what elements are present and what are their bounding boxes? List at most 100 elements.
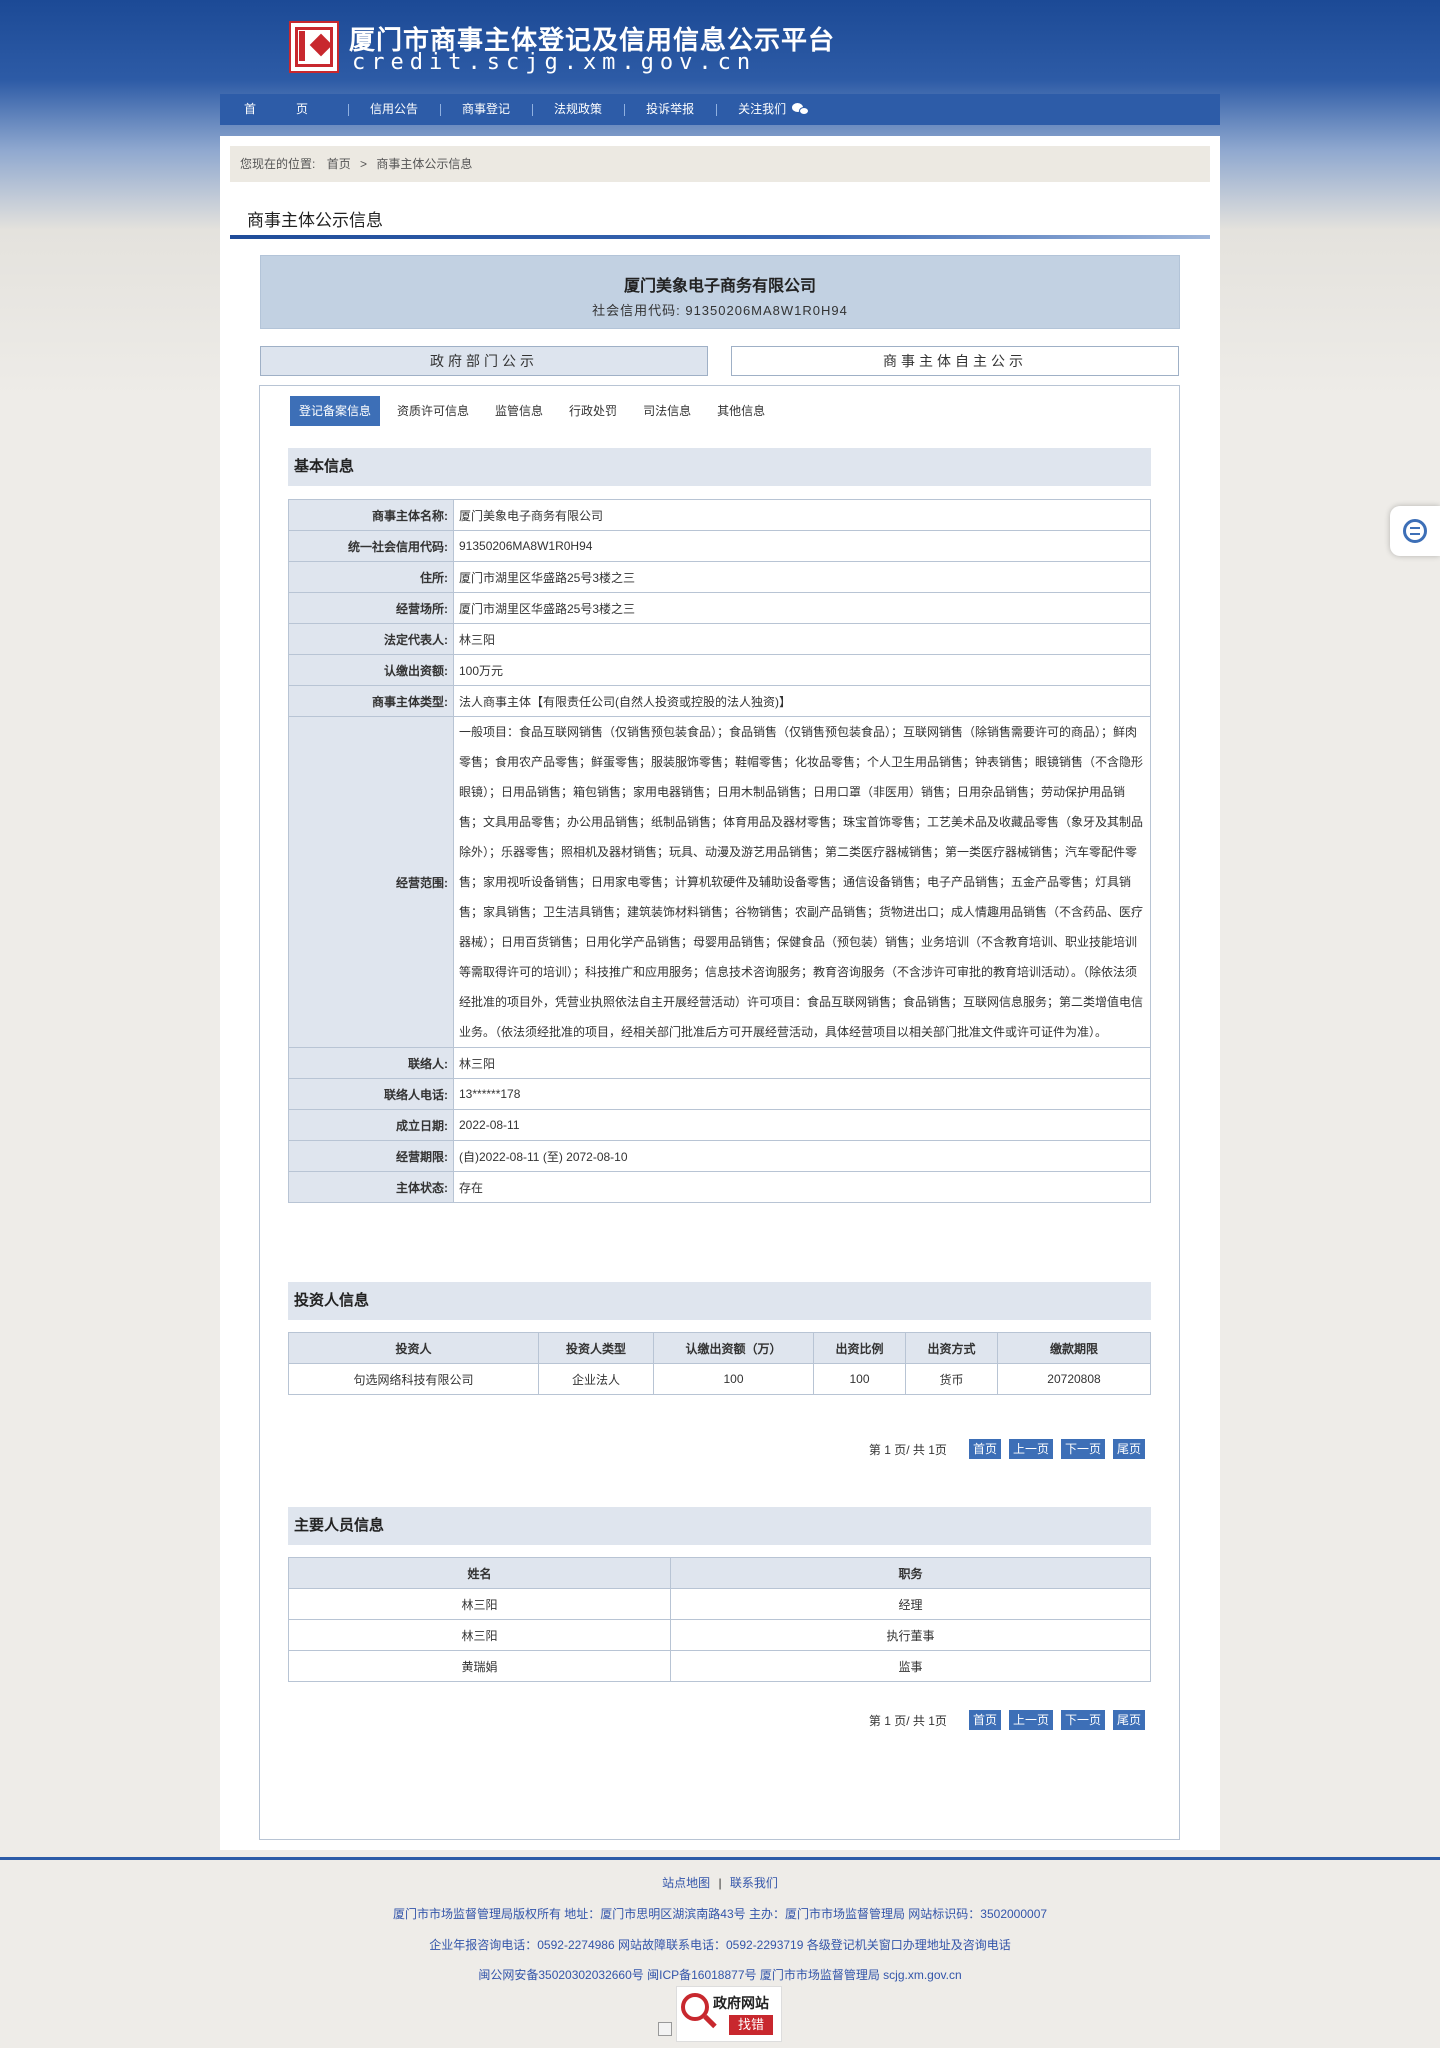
nav-item-registration[interactable]: 商事登记 [440, 94, 532, 125]
field-label: 商事主体类型: [288, 685, 454, 717]
footer-link-contact[interactable]: 联系我们 [730, 1876, 778, 1890]
field-label: 商事主体名称: [288, 499, 454, 531]
pager-prev-button[interactable]: 上一页 [1008, 1439, 1053, 1459]
pager-last-button[interactable]: 尾页 [1112, 1710, 1145, 1730]
site-footer: 站点地图 | 联系我们 厦门市市场监督管理局版权所有 地址：厦门市思明区湖滨南路… [0, 1860, 1440, 2048]
badge-title: 政府网站 [713, 1995, 769, 2011]
table-row: 联络人: 林三阳 [288, 1047, 1151, 1079]
personnel-pager: 第 1 页/ 共 1页 首页 上一页 下一页 尾页 [869, 1710, 1145, 1730]
person-role: 监事 [670, 1650, 1151, 1682]
investor-deadline: 20720808 [997, 1363, 1151, 1395]
tab-government-disclosure[interactable]: 政府部门公示 [260, 346, 708, 376]
field-value: 法人商事主体【有限责任公司(自然人投资或控股的法人独资)】 [453, 685, 1151, 717]
column-header: 缴款期限 [997, 1332, 1151, 1364]
site-domain: credit.scjg.xm.gov.cn [352, 50, 757, 75]
field-label: 认缴出资额: [288, 654, 454, 686]
footer-contact: 企业年报咨询电话：0592-2274986 网站故障联系电话：0592-2293… [429, 1938, 1011, 1952]
nav-item-regulations[interactable]: 法规政策 [532, 94, 624, 125]
field-value: 13******178 [453, 1078, 1151, 1110]
footer-copyright: 厦门市市场监督管理局版权所有 地址：厦门市思明区湖滨南路43号 主办：厦门市市场… [392, 1907, 1048, 1921]
table-row: 住所: 厦门市湖里区华盛路25号3楼之三 [288, 561, 1151, 593]
column-header: 投资人类型 [538, 1332, 654, 1364]
main-nav: 首页 信用公告 商事登记 法规政策 投诉举报 关注我们 [220, 94, 1220, 125]
company-credit-code: 社会信用代码: 91350206MA8W1R0H94 [592, 303, 848, 318]
field-value: 100万元 [453, 654, 1151, 686]
field-label: 住所: [288, 561, 454, 593]
column-header: 出资比例 [813, 1332, 906, 1364]
investor-name: 句选网络科技有限公司 [288, 1363, 539, 1395]
investor-type: 企业法人 [538, 1363, 654, 1395]
site-logo-icon[interactable] [289, 21, 339, 73]
breadcrumb-separator: > [360, 157, 368, 171]
subtab-other[interactable]: 其他信息 [708, 396, 774, 426]
field-value: 林三阳 [453, 1047, 1151, 1079]
investor-table: 投资人 投资人类型 认缴出资额（万） 出资比例 出资方式 缴款期限 句选网络科技… [288, 1332, 1151, 1395]
pager-summary: 第 1 页/ 共 1页 [868, 1442, 947, 1457]
field-value: (自)2022-08-11 (至) 2072-08-10 [453, 1140, 1151, 1172]
accessibility-float-button[interactable] [1390, 506, 1440, 556]
investor-method: 货币 [905, 1363, 998, 1395]
company-header: 厦门美象电子商务有限公司 社会信用代码: 91350206MA8W1R0H94 [260, 255, 1180, 329]
breadcrumb: 您现在的位置: 首页 > 商事主体公示信息 [230, 146, 1210, 182]
subtab-licenses[interactable]: 资质许可信息 [388, 396, 478, 426]
breadcrumb-label: 您现在的位置: [240, 157, 316, 171]
pager-first-button[interactable]: 首页 [968, 1710, 1001, 1730]
pager-next-button[interactable]: 下一页 [1060, 1710, 1105, 1730]
column-header: 出资方式 [905, 1332, 998, 1364]
table-row: 林三阳 执行董事 [288, 1619, 1151, 1651]
investor-pager: 第 1 页/ 共 1页 首页 上一页 下一页 尾页 [869, 1439, 1145, 1459]
person-name: 林三阳 [288, 1588, 671, 1620]
investor-amount: 100 [653, 1363, 814, 1395]
subtab-penalties[interactable]: 行政处罚 [560, 396, 626, 426]
table-row: 统一社会信用代码: 91350206MA8W1R0H94 [288, 530, 1151, 562]
field-value: 厦门市湖里区华盛路25号3楼之三 [453, 561, 1151, 593]
breadcrumb-home[interactable]: 首页 [327, 157, 351, 171]
pager-prev-button[interactable]: 上一页 [1008, 1710, 1053, 1730]
field-value: 林三阳 [453, 623, 1151, 655]
main-content: 您现在的位置: 首页 > 商事主体公示信息 商事主体公示信息 厦门美象电子商务有… [220, 136, 1220, 1850]
person-name: 林三阳 [288, 1619, 671, 1651]
footer-links: 站点地图 | 联系我们 [0, 1874, 1440, 1891]
pager-first-button[interactable]: 首页 [968, 1439, 1001, 1459]
person-role: 执行董事 [670, 1619, 1151, 1651]
field-label: 经营场所: [288, 592, 454, 624]
table-row: 认缴出资额: 100万元 [288, 654, 1151, 686]
tab-self-disclosure[interactable]: 商事主体自主公示 [731, 346, 1179, 376]
field-label: 主体状态: [288, 1171, 454, 1203]
table-row: 商事主体名称: 厦门美象电子商务有限公司 [288, 499, 1151, 531]
field-label: 成立日期: [288, 1109, 454, 1141]
nav-item-complaints[interactable]: 投诉举报 [624, 94, 716, 125]
subtab-registration[interactable]: 登记备案信息 [290, 396, 381, 426]
field-label: 联络人: [288, 1047, 454, 1079]
person-role: 经理 [670, 1588, 1151, 1620]
nav-item-follow-us[interactable]: 关注我们 [716, 94, 832, 125]
footer-link-sitemap[interactable]: 站点地图 [662, 1876, 710, 1890]
subtab-supervision[interactable]: 监管信息 [486, 396, 552, 426]
subtab-judicial[interactable]: 司法信息 [634, 396, 700, 426]
gov-site-error-badge[interactable]: 政府网站 找错 [676, 1986, 782, 2042]
nav-item-credit-notice[interactable]: 信用公告 [348, 94, 440, 125]
business-scope-value: 一般项目：食品互联网销售（仅销售预包装食品）；食品销售（仅销售预包装食品）；互联… [453, 716, 1151, 1048]
field-label: 法定代表人: [288, 623, 454, 655]
column-header: 投资人 [288, 1332, 539, 1364]
nav-item-home[interactable]: 首页 [220, 94, 348, 125]
field-value: 厦门美象电子商务有限公司 [453, 499, 1151, 531]
personnel-info-heading: 主要人员信息 [288, 1507, 1151, 1545]
broken-image-icon [658, 2022, 672, 2036]
field-label: 经营期限: [288, 1140, 454, 1172]
table-row: 法定代表人: 林三阳 [288, 623, 1151, 655]
column-header: 姓名 [288, 1557, 671, 1589]
pager-next-button[interactable]: 下一页 [1060, 1439, 1105, 1459]
footer-icp: 闽公网安备35020302032660号 闽ICP备16018877号 厦门市市… [478, 1968, 962, 1982]
nav-item-follow-us-label: 关注我们 [738, 102, 787, 116]
investor-ratio: 100 [813, 1363, 906, 1395]
basic-info-heading: 基本信息 [288, 448, 1151, 486]
table-row: 黄瑞娟 监事 [288, 1650, 1151, 1682]
table-row: 句选网络科技有限公司 企业法人 100 100 货币 20720808 [288, 1363, 1151, 1395]
table-row: 商事主体类型: 法人商事主体【有限责任公司(自然人投资或控股的法人独资)】 [288, 685, 1151, 717]
pager-last-button[interactable]: 尾页 [1112, 1439, 1145, 1459]
field-value: 厦门市湖里区华盛路25号3楼之三 [453, 592, 1151, 624]
column-header: 职务 [670, 1557, 1151, 1589]
disclosure-panel: 登记备案信息 资质许可信息 监管信息 行政处罚 司法信息 其他信息 基本信息 商… [259, 385, 1180, 1840]
table-row: 林三阳 经理 [288, 1588, 1151, 1620]
